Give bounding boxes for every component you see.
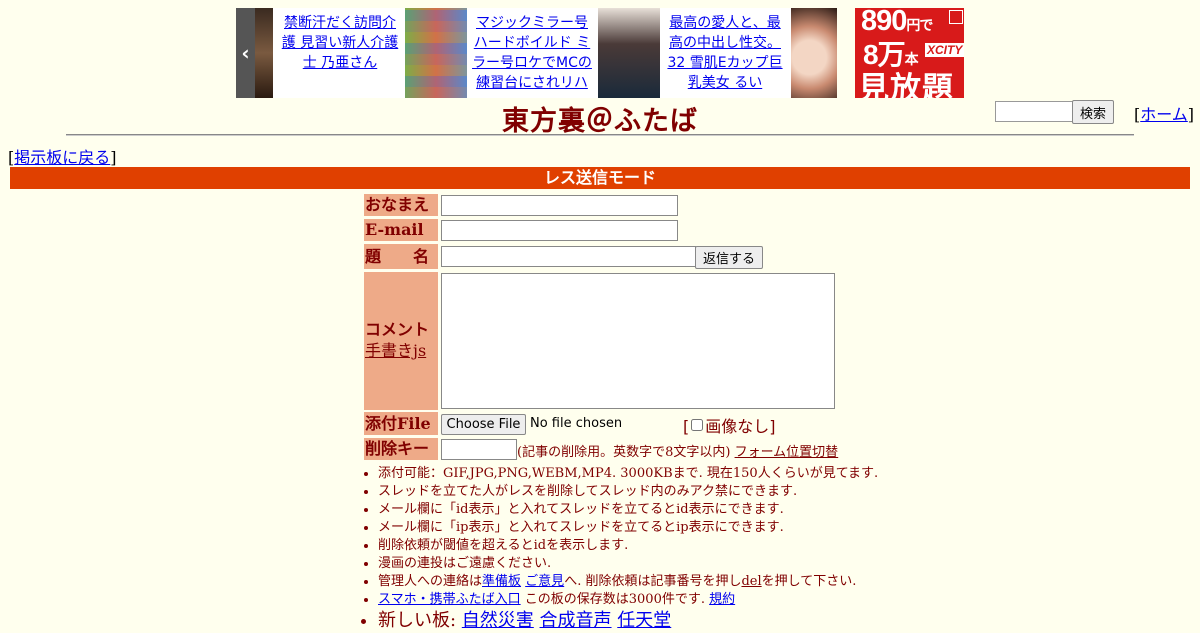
note-ip-display: メール欄に「ip表示」と入れてスレッドを立てるとip表示にできます. [378, 519, 878, 537]
form-position-toggle-link[interactable]: フォーム位置切替 [735, 445, 839, 460]
note-delete-threshold: 削除依頼が閾値を超えるとidを表示します. [378, 537, 878, 555]
prep-board-link[interactable]: 準備板 [482, 574, 521, 589]
terms-link[interactable]: 規約 [709, 592, 735, 607]
xcity-brand: XCITY [925, 43, 964, 57]
note-admin-contact: 管理人への連絡は準備板 ご意見へ. 削除依頼は記事番号を押しdelを押して下さい… [378, 573, 878, 591]
ad-thumbnail-4[interactable] [791, 8, 837, 98]
new-board-link-synth-voice[interactable]: 合成音声 [540, 610, 612, 631]
mobile-entrance-link[interactable]: スマホ・携帯ふたば入口 [378, 592, 521, 607]
handwriting-js-link[interactable]: 手書きjs [365, 341, 426, 360]
del-link[interactable]: del [741, 574, 761, 589]
ad-thumbnail-3[interactable] [598, 8, 660, 98]
ad-prev-arrow-icon[interactable]: ‹ [236, 8, 255, 98]
note-manga-posting: 漫画の連投はご遠慮ください. [378, 555, 878, 573]
file-label: 添付File [364, 412, 438, 435]
email-input[interactable] [441, 220, 678, 241]
subject-label: 題 名 [364, 244, 438, 269]
ad-banner: ‹ 禁断汗だく訪問介護 見習い新人介護士 乃亜さん マジックミラー号 ハードボイ… [236, 8, 837, 98]
note-admin-mid: へ. 削除依頼は記事番号を押し [564, 574, 742, 589]
ad-link-2[interactable]: マジックミラー号 ハードボイルド ミラー号ロケでMCの練習台にされリハ [470, 13, 594, 93]
no-image-option: [画像なし] [683, 417, 776, 436]
comment-textarea[interactable] [441, 273, 835, 409]
xcity-badge-icon [949, 10, 963, 24]
new-board-link-nintendo[interactable]: 任天堂 [617, 610, 671, 631]
note-storage-text: この板の保存数は3000件です. [520, 592, 710, 607]
home-link[interactable]: ホーム [1140, 105, 1188, 124]
note-mobile: スマホ・携帯ふたば入口 この板の保存数は3000件です. 規約 [378, 591, 878, 609]
subject-input[interactable] [441, 246, 696, 267]
ad-link-1[interactable]: 禁断汗だく訪問介護 見習い新人介護士 乃亜さん [278, 13, 402, 73]
delete-key-input[interactable] [441, 439, 517, 460]
search-button[interactable]: 検索 [1072, 100, 1114, 124]
name-label: おなまえ [364, 194, 438, 216]
home-link-wrapper: [ホーム] [1134, 105, 1195, 124]
feedback-link[interactable]: ご意見 [525, 574, 564, 589]
no-image-label: 画像なし [705, 417, 770, 436]
name-input[interactable] [441, 195, 678, 216]
title-divider [66, 134, 1134, 136]
comment-label: コメント [365, 320, 430, 339]
new-board-link-disaster[interactable]: 自然災害 [462, 610, 534, 631]
delete-key-label: 削除キー [364, 438, 438, 460]
note-id-display: メール欄に「id表示」と入れてスレッドを立てるとid表示にできます. [378, 501, 878, 519]
search-input[interactable] [995, 101, 1075, 122]
comment-label-cell: コメント 手書きjs [364, 272, 438, 410]
choose-file-button[interactable]: Choose File [441, 414, 526, 435]
delete-key-note: (記事の削除用。英数字で8文字以内) [517, 445, 731, 460]
back-link-wrapper: [掲示板に戻る] [8, 148, 117, 167]
reply-mode-bar: レス送信モード [10, 167, 1190, 189]
reply-button[interactable]: 返信する [695, 246, 763, 269]
ad-link-3[interactable]: 最高の愛人と、最高の中出し性交。 32 雪肌Eカップ巨乳美女 るい [663, 13, 787, 93]
note-attachments: 添付可能：GIF,JPG,PNG,WEBM,MP4. 3000KBまで. 現在1… [378, 465, 878, 483]
new-boards-prefix: 新しい板: [378, 610, 462, 631]
no-image-checkbox[interactable] [691, 419, 704, 431]
xcity-ad-banner[interactable]: 890円で 8万本 XCITY 見放題 [855, 8, 964, 98]
xcity-tagline: 見放題 [858, 71, 954, 98]
note-admin-suffix: を押して下さい. [761, 574, 857, 589]
email-label: E-mail [364, 219, 438, 241]
delete-key-note-wrap: (記事の削除用。英数字で8文字以内) フォーム位置切替 [517, 441, 838, 460]
note-thread-ban: スレッドを立てた人がレスを削除してスレッド内のみアク禁にできます. [378, 483, 878, 501]
note-admin-prefix: 管理人への連絡は [378, 574, 483, 589]
note-new-boards: 新しい板: 自然災害 合成音声 任天堂 [378, 609, 878, 633]
no-file-text: No file chosen [530, 416, 623, 431]
ad-thumbnail-2[interactable] [405, 8, 467, 98]
xcity-price-unit: 円で [906, 17, 933, 33]
back-to-board-link[interactable]: 掲示板に戻る [14, 148, 110, 167]
ad-thumbnail-1[interactable] [255, 8, 273, 98]
board-notes: 添付可能：GIF,JPG,PNG,WEBM,MP4. 3000KBまで. 現在1… [360, 465, 878, 633]
